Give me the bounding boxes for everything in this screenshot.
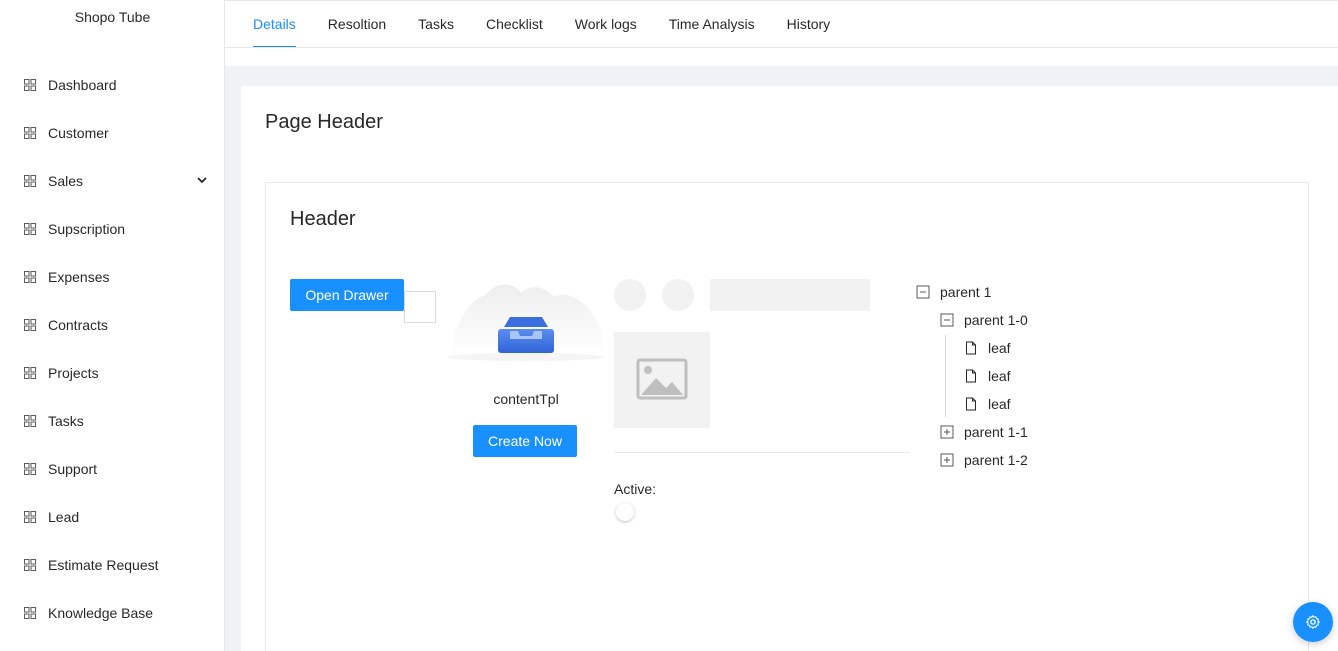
sidebar-item-label: Contracts: [48, 317, 108, 333]
sidebar-item-dashboard[interactable]: Dashboard: [0, 61, 225, 109]
settings-float-button[interactable]: [1293, 602, 1333, 642]
minus-square-icon[interactable]: [940, 313, 954, 327]
empty-description: contentTpl: [493, 391, 559, 407]
tree-node-leaf[interactable]: leaf: [964, 392, 1011, 416]
appstore-icon: [24, 559, 36, 571]
sidebar-item-label: Customer: [48, 125, 109, 141]
sidebar-item-label: Estimate Request: [48, 557, 159, 573]
tree-node-label: parent 1-0: [964, 312, 1028, 328]
sidebar-item-label: Expenses: [48, 269, 110, 285]
plus-square-icon[interactable]: [940, 425, 954, 439]
active-label: Active:: [614, 481, 657, 497]
tree-guide-line: [945, 335, 946, 417]
sidebar-item-label: Knowledge Base: [48, 605, 154, 621]
appstore-icon: [24, 271, 36, 283]
appstore-icon: [24, 127, 36, 139]
page-title: Page Header: [265, 111, 383, 133]
open-drawer-button[interactable]: Open Drawer: [290, 279, 404, 311]
minus-square-icon[interactable]: [916, 285, 930, 299]
appstore-icon: [24, 463, 36, 475]
sidebar-item-expenses[interactable]: Expenses: [0, 253, 225, 301]
tree-node-label: leaf: [988, 340, 1011, 356]
sidebar-item-label: Sales: [48, 173, 84, 189]
file-icon: [966, 397, 976, 411]
divider: [614, 452, 910, 453]
tree-node-label: parent 1-2: [964, 452, 1028, 468]
tree-node-parent-1-1[interactable]: parent 1-1: [940, 420, 1028, 444]
appstore-icon: [24, 415, 36, 427]
sidebar-item-tasks[interactable]: Tasks: [0, 397, 225, 445]
sidebar-item-support[interactable]: Support: [0, 445, 225, 493]
tree-node-parent-1-0[interactable]: parent 1-0: [940, 308, 1028, 332]
sidebar-item-projects[interactable]: Projects: [0, 349, 225, 397]
tab-details[interactable]: Details: [253, 1, 296, 48]
file-icon: [966, 369, 976, 383]
tree-node-label: parent 1: [940, 284, 992, 300]
sidebar-item-supscription[interactable]: Supscription: [0, 205, 225, 253]
appstore-icon: [24, 319, 36, 331]
sidebar-item-label: Support: [48, 461, 98, 477]
tree-node-leaf[interactable]: leaf: [964, 336, 1011, 360]
tree-node-label: leaf: [988, 396, 1011, 412]
sidebar-item-label: Projects: [48, 365, 99, 381]
appstore-icon: [24, 79, 36, 91]
sidebar-item-lead[interactable]: Lead: [0, 493, 225, 541]
tab-checklist[interactable]: Checklist: [486, 1, 543, 48]
appstore-icon: [24, 367, 36, 379]
sidebar: Shopo Tube Dashboard Customer Sales Sups…: [0, 0, 225, 651]
skeleton-image: [614, 332, 710, 428]
appstore-icon: [24, 607, 36, 619]
sidebar-item-estimate-request[interactable]: Estimate Request: [0, 541, 225, 589]
inner-panel: Header Open Drawer contentTpl Create Now…: [265, 182, 1309, 651]
tab-work-logs[interactable]: Work logs: [575, 1, 637, 48]
sidebar-menu: Dashboard Customer Sales Supscription Ex…: [0, 61, 225, 637]
sidebar-item-contracts[interactable]: Contracts: [0, 301, 225, 349]
appstore-icon: [24, 223, 36, 235]
tab-tasks[interactable]: Tasks: [418, 1, 454, 48]
skeleton-avatar: [614, 279, 646, 311]
sidebar-item-label: Supscription: [48, 221, 126, 237]
appstore-icon: [24, 511, 36, 523]
file-icon: [966, 341, 976, 355]
tab-list: Details Resoltion Tasks Checklist Work l…: [253, 1, 862, 48]
sidebar-item-sales[interactable]: Sales: [0, 157, 225, 205]
empty-inbox-icon: [448, 284, 604, 361]
brand-title: Shopo Tube: [74, 9, 151, 25]
skeleton-bar: [710, 279, 870, 311]
tree-node-leaf[interactable]: leaf: [964, 364, 1011, 388]
chevron-down-icon[interactable]: [196, 174, 208, 186]
tab-time-analysis[interactable]: Time Analysis: [669, 1, 755, 48]
tree-node-label: leaf: [988, 368, 1011, 384]
sidebar-item-knowledge-base[interactable]: Knowledge Base: [0, 589, 225, 637]
tabs-divider: [225, 47, 1338, 48]
tree-node-parent-1[interactable]: parent 1: [916, 280, 991, 304]
drawer-placeholder-box: [404, 291, 436, 323]
content-card: Page Header Header Open Drawer contentTp…: [241, 86, 1338, 651]
plus-square-icon[interactable]: [940, 453, 954, 467]
skeleton-avatar: [662, 279, 694, 311]
tree-node-label: parent 1-1: [964, 424, 1028, 440]
sidebar-item-customer[interactable]: Customer: [0, 109, 225, 157]
active-switch[interactable]: [616, 503, 634, 521]
tree-node-parent-1-2[interactable]: parent 1-2: [940, 448, 1028, 472]
tab-resoltion[interactable]: Resoltion: [328, 1, 386, 48]
appstore-icon: [24, 175, 36, 187]
sidebar-item-label: Tasks: [48, 413, 84, 429]
section-header: Header: [290, 208, 356, 230]
create-now-button[interactable]: Create Now: [473, 425, 577, 457]
sidebar-item-label: Dashboard: [48, 77, 117, 93]
tab-history[interactable]: History: [787, 1, 831, 48]
gear-icon: [1306, 615, 1320, 629]
image-placeholder-icon: [636, 358, 688, 400]
top-tabs-bar: Details Resoltion Tasks Checklist Work l…: [225, 0, 1338, 66]
sidebar-item-label: Lead: [48, 509, 80, 525]
